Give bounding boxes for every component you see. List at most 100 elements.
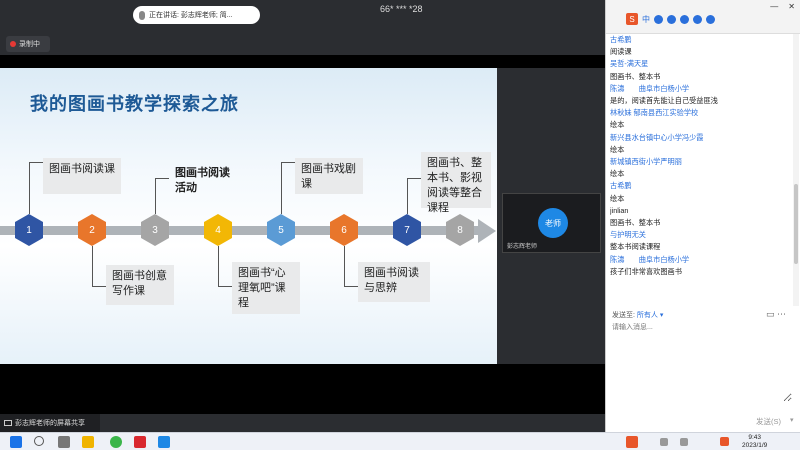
- connector: [218, 286, 232, 287]
- speaking-indicator[interactable]: 正在讲话: 彭志辉老师; 简...: [133, 6, 260, 24]
- screen-share-label[interactable]: 彭志辉老师的屏幕共享: [0, 414, 100, 432]
- chevron-down-icon[interactable]: ▾: [790, 416, 794, 424]
- minimize-icon[interactable]: —: [770, 2, 778, 11]
- presenter-video-tile[interactable]: 老师 彭志辉老师: [502, 193, 601, 253]
- milestone-label-3: 图画书阅读活动: [175, 167, 230, 194]
- connector: [29, 162, 43, 163]
- presenter-name: 彭志辉老师: [507, 244, 538, 250]
- connector: [218, 246, 219, 286]
- wechat-icon[interactable]: [110, 436, 122, 448]
- chat-scrollbar[interactable]: [793, 34, 799, 306]
- ime-emoji-icon: [667, 14, 676, 24]
- record-dot-icon: [10, 41, 16, 47]
- chat-sender: 与护明无关: [610, 230, 646, 240]
- connector: [281, 162, 295, 163]
- chat-panel: S 中 — ✕ 古希鹏 阅读课 吴哲-满天星 图画书、整本书 陈濤 曲阜市白杨小…: [605, 0, 800, 432]
- chat-sender: 古希鹏: [610, 181, 632, 191]
- connector: [155, 178, 156, 214]
- connector: [344, 286, 358, 287]
- connector: [281, 162, 282, 214]
- connector: [92, 246, 93, 286]
- search-icon[interactable]: [34, 436, 44, 446]
- scrollbar-thumb[interactable]: [794, 184, 798, 264]
- chat-message-list[interactable]: 古希鹏 阅读课 吴哲-满天星 图画书、整本书 陈濤 曲阜市白杨小学 是的，阅读首…: [606, 34, 791, 306]
- ime-voice-icon: [680, 14, 689, 24]
- connector: [155, 178, 169, 179]
- recording-badge[interactable]: 录制中: [6, 36, 50, 52]
- volume-icon[interactable]: [680, 438, 688, 446]
- screen-share-text: 彭志辉老师的屏幕共享: [15, 420, 85, 427]
- chat-input[interactable]: [612, 322, 792, 402]
- wps-icon[interactable]: [134, 436, 146, 448]
- screen-share-icon: [4, 420, 12, 426]
- chat-text: 绘本: [610, 193, 625, 203]
- chat-sender: 吴哲-满天星: [610, 59, 649, 69]
- sogou-tray-icon[interactable]: [626, 436, 638, 448]
- clock-date: 2023/1/9: [742, 442, 768, 449]
- ime-mode-icon: 中: [642, 14, 650, 24]
- chat-text: 图画书、整本书: [610, 218, 661, 228]
- chat-sender: 古希鹏: [610, 35, 632, 44]
- chat-text: 图画书、整本书: [610, 71, 661, 81]
- milestone-label-1: 图画书阅读课: [43, 158, 121, 194]
- chat-sender: 新城镇西街小学严明丽: [610, 157, 682, 167]
- chat-text: 是的，阅读首先能让自己受益匪浅: [610, 96, 718, 106]
- avatar: 老师: [538, 208, 568, 238]
- ime-toolbar[interactable]: S 中: [626, 12, 726, 26]
- send-to-label: 发送至:: [612, 312, 635, 319]
- milestone-label-7: 图画书、整本书、影视阅读等整合课程: [421, 152, 491, 214]
- chat-text: 阅读课: [610, 47, 632, 57]
- ime-skin-icon: [706, 14, 715, 24]
- chat-sender: jinlian: [610, 205, 629, 215]
- chat-text: 绘本: [610, 120, 625, 130]
- timeline-arrow-icon: [478, 219, 496, 243]
- milestone-label-6: 图画书阅读与思辨: [358, 262, 430, 302]
- chat-text: 整本书阅读课程: [610, 242, 661, 252]
- more-icon[interactable]: ⋯: [777, 309, 786, 319]
- file-explorer-icon[interactable]: [82, 436, 94, 448]
- speaking-label: 正在讲话: 彭志辉老师; 简...: [149, 12, 233, 19]
- chat-tools: ▭ ⋯: [766, 309, 786, 320]
- slide-title: 我的图画书教学探索之旅: [30, 94, 239, 114]
- chat-sender: 林秋妹 郁南县西江实验学校: [610, 108, 699, 118]
- shared-screen: 我的图画书教学探索之旅 1 2 3 4 5 6 7 8 图画书阅读课 图画书创意…: [0, 68, 497, 364]
- send-to-selector[interactable]: 发送至: 所有人 ▾: [612, 310, 663, 320]
- connector: [407, 178, 421, 179]
- ime-tray-icon[interactable]: [720, 437, 729, 446]
- send-to-target[interactable]: 所有人: [637, 312, 658, 319]
- meeting-id: 66* *** *28: [380, 4, 423, 14]
- mic-icon: [139, 10, 145, 20]
- ime-dot-icon: [654, 14, 663, 24]
- ime-keyboard-icon: [693, 14, 702, 24]
- chat-header: S 中 — ✕: [606, 0, 800, 34]
- chevron-down-icon: ▾: [659, 312, 664, 319]
- connector: [92, 286, 106, 287]
- milestone-label-5: 图画书戏剧课: [295, 158, 363, 194]
- windows-start-icon[interactable]: [10, 436, 22, 448]
- chat-sender: 新兴县水台镇中心小学冯少霞: [610, 132, 704, 142]
- chat-sender: 陈濤 曲阜市白杨小学: [610, 83, 690, 93]
- connector: [344, 246, 345, 286]
- tencent-meeting-icon[interactable]: [158, 436, 170, 448]
- connector: [407, 178, 408, 214]
- chat-sender: 陈濤 曲阜市白杨小学: [610, 254, 690, 264]
- clock-time: 9:43: [748, 434, 761, 441]
- meeting-top-bar: 正在讲话: 彭志辉老师; 简... 66* *** *28: [0, 0, 605, 30]
- chat-text: 绘本: [610, 169, 625, 179]
- chat-text: 绘本: [610, 144, 625, 154]
- task-view-icon[interactable]: [58, 436, 70, 448]
- share-letterbox-top: [0, 55, 605, 68]
- sogou-icon: S: [626, 13, 638, 25]
- taskbar: 9:43 2023/1/9: [0, 432, 800, 450]
- clock[interactable]: 9:43 2023/1/9: [742, 434, 767, 450]
- milestone-label-4: 图画书“心理氧吧”课程: [232, 262, 300, 314]
- folder-icon[interactable]: ▭: [766, 309, 775, 319]
- share-letterbox-bottom: [0, 364, 605, 414]
- send-button[interactable]: 发送(S): [756, 416, 781, 427]
- connector: [29, 162, 30, 214]
- recording-label: 录制中: [19, 41, 40, 48]
- window-controls: — ✕: [746, 2, 800, 11]
- close-icon[interactable]: ✕: [788, 2, 795, 11]
- network-icon[interactable]: [660, 438, 668, 446]
- chat-text: 孩子们非常喜欢图画书: [610, 266, 682, 276]
